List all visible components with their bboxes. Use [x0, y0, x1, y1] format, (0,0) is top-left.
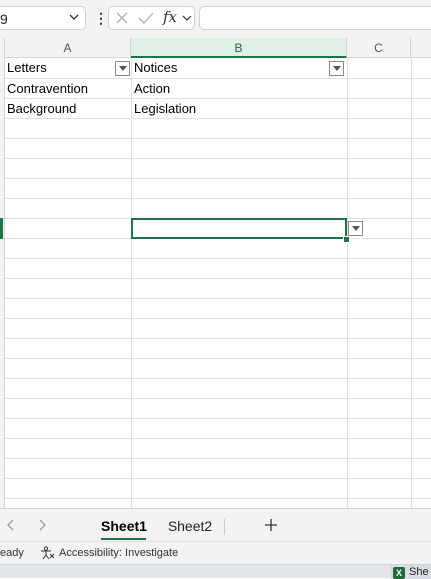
active-cell[interactable] — [131, 218, 347, 239]
cell-b2[interactable]: Action — [132, 79, 170, 99]
gridline — [5, 478, 431, 479]
gridline — [5, 278, 431, 279]
active-row-marker — [0, 218, 3, 239]
name-box-value: 9 — [0, 11, 8, 27]
chevron-right-icon[interactable] — [37, 519, 47, 531]
cell-a1[interactable]: Letters — [5, 58, 117, 78]
sheet-tab-bar: Sheet1 Sheet2 — [0, 508, 431, 541]
filter-dropdown-button[interactable] — [115, 61, 130, 76]
gridline — [5, 378, 431, 379]
cancel-icon[interactable] — [115, 11, 129, 25]
chevron-down-icon[interactable] — [182, 14, 192, 22]
check-icon[interactable] — [138, 11, 154, 25]
status-ready-text: eady — [0, 547, 24, 559]
tab-sheet1[interactable]: Sheet1 — [99, 515, 149, 537]
tab-divider — [224, 519, 225, 535]
gridline — [5, 298, 431, 299]
gridline — [5, 138, 431, 139]
gridline — [5, 338, 431, 339]
insert-function-button[interactable]: fx — [163, 8, 177, 26]
formula-input[interactable] — [199, 6, 431, 30]
gridline — [5, 358, 431, 359]
filter-dropdown-button[interactable] — [329, 61, 344, 76]
more-options-icon[interactable]: ⋮ — [94, 9, 108, 27]
filter-arrow-icon — [333, 66, 341, 71]
cell-dropdown-button[interactable] — [348, 221, 363, 236]
accessibility-status[interactable]: Accessibility: Investigate — [59, 547, 178, 559]
excel-icon: X — [393, 567, 405, 579]
gridline — [411, 58, 412, 508]
cell-b3[interactable]: Legislation — [132, 99, 196, 119]
status-bar: eady Accessibility: Investigate — [0, 541, 431, 564]
gridline — [5, 458, 431, 459]
taskbar: X She — [0, 564, 431, 579]
column-header-b[interactable]: B — [131, 38, 347, 58]
add-sheet-icon[interactable] — [263, 517, 279, 533]
worksheet-grid[interactable] — [5, 58, 431, 508]
column-header-c[interactable]: C — [347, 38, 411, 58]
gridline — [5, 318, 431, 319]
cell-a3[interactable]: Background — [5, 99, 76, 119]
gridline — [5, 198, 431, 199]
chevron-down-icon — [352, 226, 360, 231]
accessibility-icon[interactable] — [40, 546, 55, 560]
gridline — [5, 178, 431, 179]
chevron-left-icon[interactable] — [6, 519, 16, 531]
cell-a2[interactable]: Contravention — [5, 79, 88, 99]
gridline — [347, 58, 348, 508]
gridline — [5, 418, 431, 419]
filter-arrow-icon — [119, 66, 127, 71]
gridline — [5, 498, 431, 499]
gridline — [5, 398, 431, 399]
gridline — [131, 58, 132, 508]
formula-buttons: fx — [108, 6, 195, 30]
taskbar-app-label: She — [409, 566, 429, 578]
column-header-d[interactable] — [411, 38, 431, 58]
cell-b1[interactable]: Notices — [132, 58, 324, 78]
active-tab-indicator — [101, 538, 146, 540]
column-header-a[interactable]: A — [5, 38, 131, 58]
name-box[interactable]: 9 — [0, 6, 86, 30]
gridline — [5, 158, 431, 159]
chevron-down-icon[interactable] — [69, 12, 79, 22]
tab-sheet2[interactable]: Sheet2 — [164, 515, 216, 537]
fill-handle[interactable] — [343, 236, 350, 243]
formula-bar: 9 ⋮ fx — [0, 0, 431, 38]
gridline — [5, 438, 431, 439]
gridline — [5, 258, 431, 259]
